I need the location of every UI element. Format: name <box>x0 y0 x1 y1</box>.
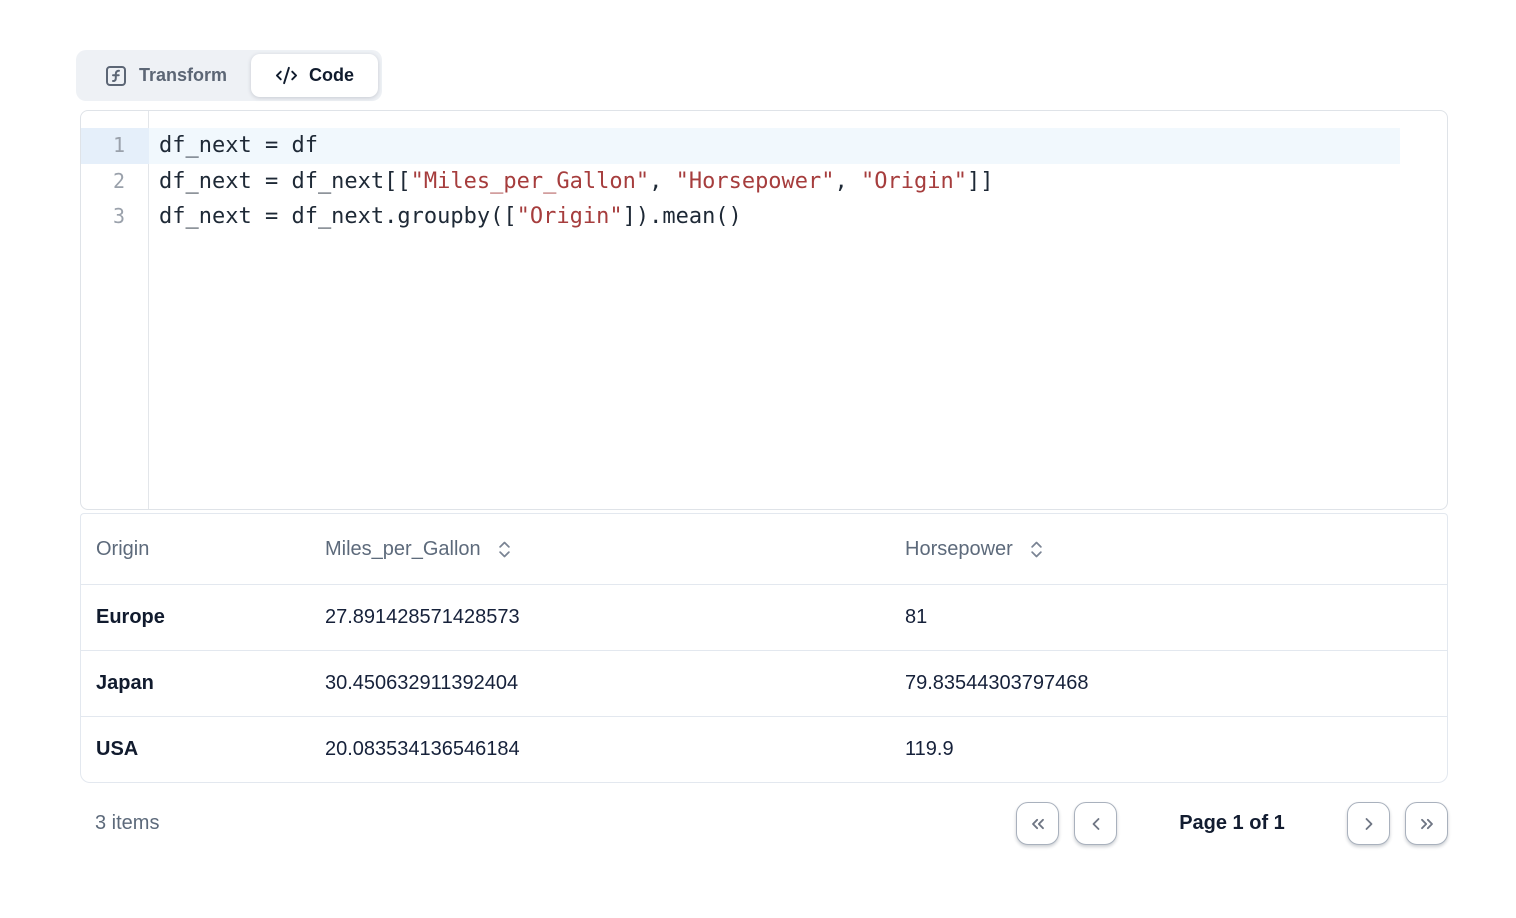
cell-horsepower: 81 <box>890 585 1448 651</box>
first-page-button[interactable] <box>1016 802 1059 845</box>
code-editor[interactable]: 1 df_next = df 2 df_next = df_next[["Mil… <box>80 110 1448 510</box>
items-count: 3 items <box>80 812 159 835</box>
chevrons-up-down-icon[interactable] <box>1026 539 1047 560</box>
tab-code-label: Code <box>309 65 354 86</box>
line-number: 3 <box>81 199 149 235</box>
tab-code[interactable]: Code <box>251 54 378 97</box>
table-row: USA 20.083534136546184 119.9 <box>80 717 1448 783</box>
column-header-horsepower[interactable]: Horsepower <box>890 513 1448 585</box>
column-header-miles-per-gallon[interactable]: Miles_per_Gallon <box>310 513 890 585</box>
code-text: df_next = df_next[["Miles_per_Gallon", "… <box>149 164 994 200</box>
results-table: Origin Miles_per_Gallon Horsepower <box>80 513 1448 783</box>
code-lines: 1 df_next = df 2 df_next = df_next[["Mil… <box>81 111 1447 235</box>
tab-transform[interactable]: Transform <box>80 54 251 97</box>
table-footer: 3 items Page 1 of 1 <box>80 802 1448 845</box>
line-number: 1 <box>81 128 149 164</box>
chevron-right-icon <box>1359 814 1379 834</box>
function-square-icon <box>104 64 128 88</box>
cell-mpg: 30.450632911392404 <box>310 651 890 717</box>
table-row: Europe 27.891428571428573 81 <box>80 585 1448 651</box>
next-page-button[interactable] <box>1347 802 1390 845</box>
code-text: df_next = df_next.groupby(["Origin"]).me… <box>149 199 742 235</box>
line-number: 2 <box>81 164 149 200</box>
cell-horsepower: 79.83544303797468 <box>890 651 1448 717</box>
last-page-button[interactable] <box>1405 802 1448 845</box>
previous-page-button[interactable] <box>1074 802 1117 845</box>
cell-mpg: 20.083534136546184 <box>310 717 890 783</box>
code-line-3: 3 df_next = df_next.groupby(["Origin"]).… <box>81 199 1447 235</box>
code-line-2: 2 df_next = df_next[["Miles_per_Gallon",… <box>81 164 1447 200</box>
column-header-origin: Origin <box>80 513 310 585</box>
table-row: Japan 30.450632911392404 79.835443037974… <box>80 651 1448 717</box>
code-text: df_next = df <box>149 128 318 164</box>
code-icon <box>275 64 298 87</box>
pagination: Page 1 of 1 <box>1016 802 1448 845</box>
chevron-left-icon <box>1086 814 1106 834</box>
table-header-row: Origin Miles_per_Gallon Horsepower <box>80 513 1448 585</box>
cell-horsepower: 119.9 <box>890 717 1448 783</box>
cell-origin: Europe <box>80 585 310 651</box>
cell-mpg: 27.891428571428573 <box>310 585 890 651</box>
tab-transform-label: Transform <box>139 65 227 86</box>
cell-origin: Japan <box>80 651 310 717</box>
code-line-1: 1 df_next = df <box>81 128 1400 164</box>
chevrons-right-icon <box>1417 814 1437 834</box>
cell-origin: USA <box>80 717 310 783</box>
view-toggle: Transform Code <box>76 50 382 101</box>
page-indicator: Page 1 of 1 <box>1174 812 1290 835</box>
chevrons-left-icon <box>1028 814 1048 834</box>
chevrons-up-down-icon[interactable] <box>494 539 515 560</box>
